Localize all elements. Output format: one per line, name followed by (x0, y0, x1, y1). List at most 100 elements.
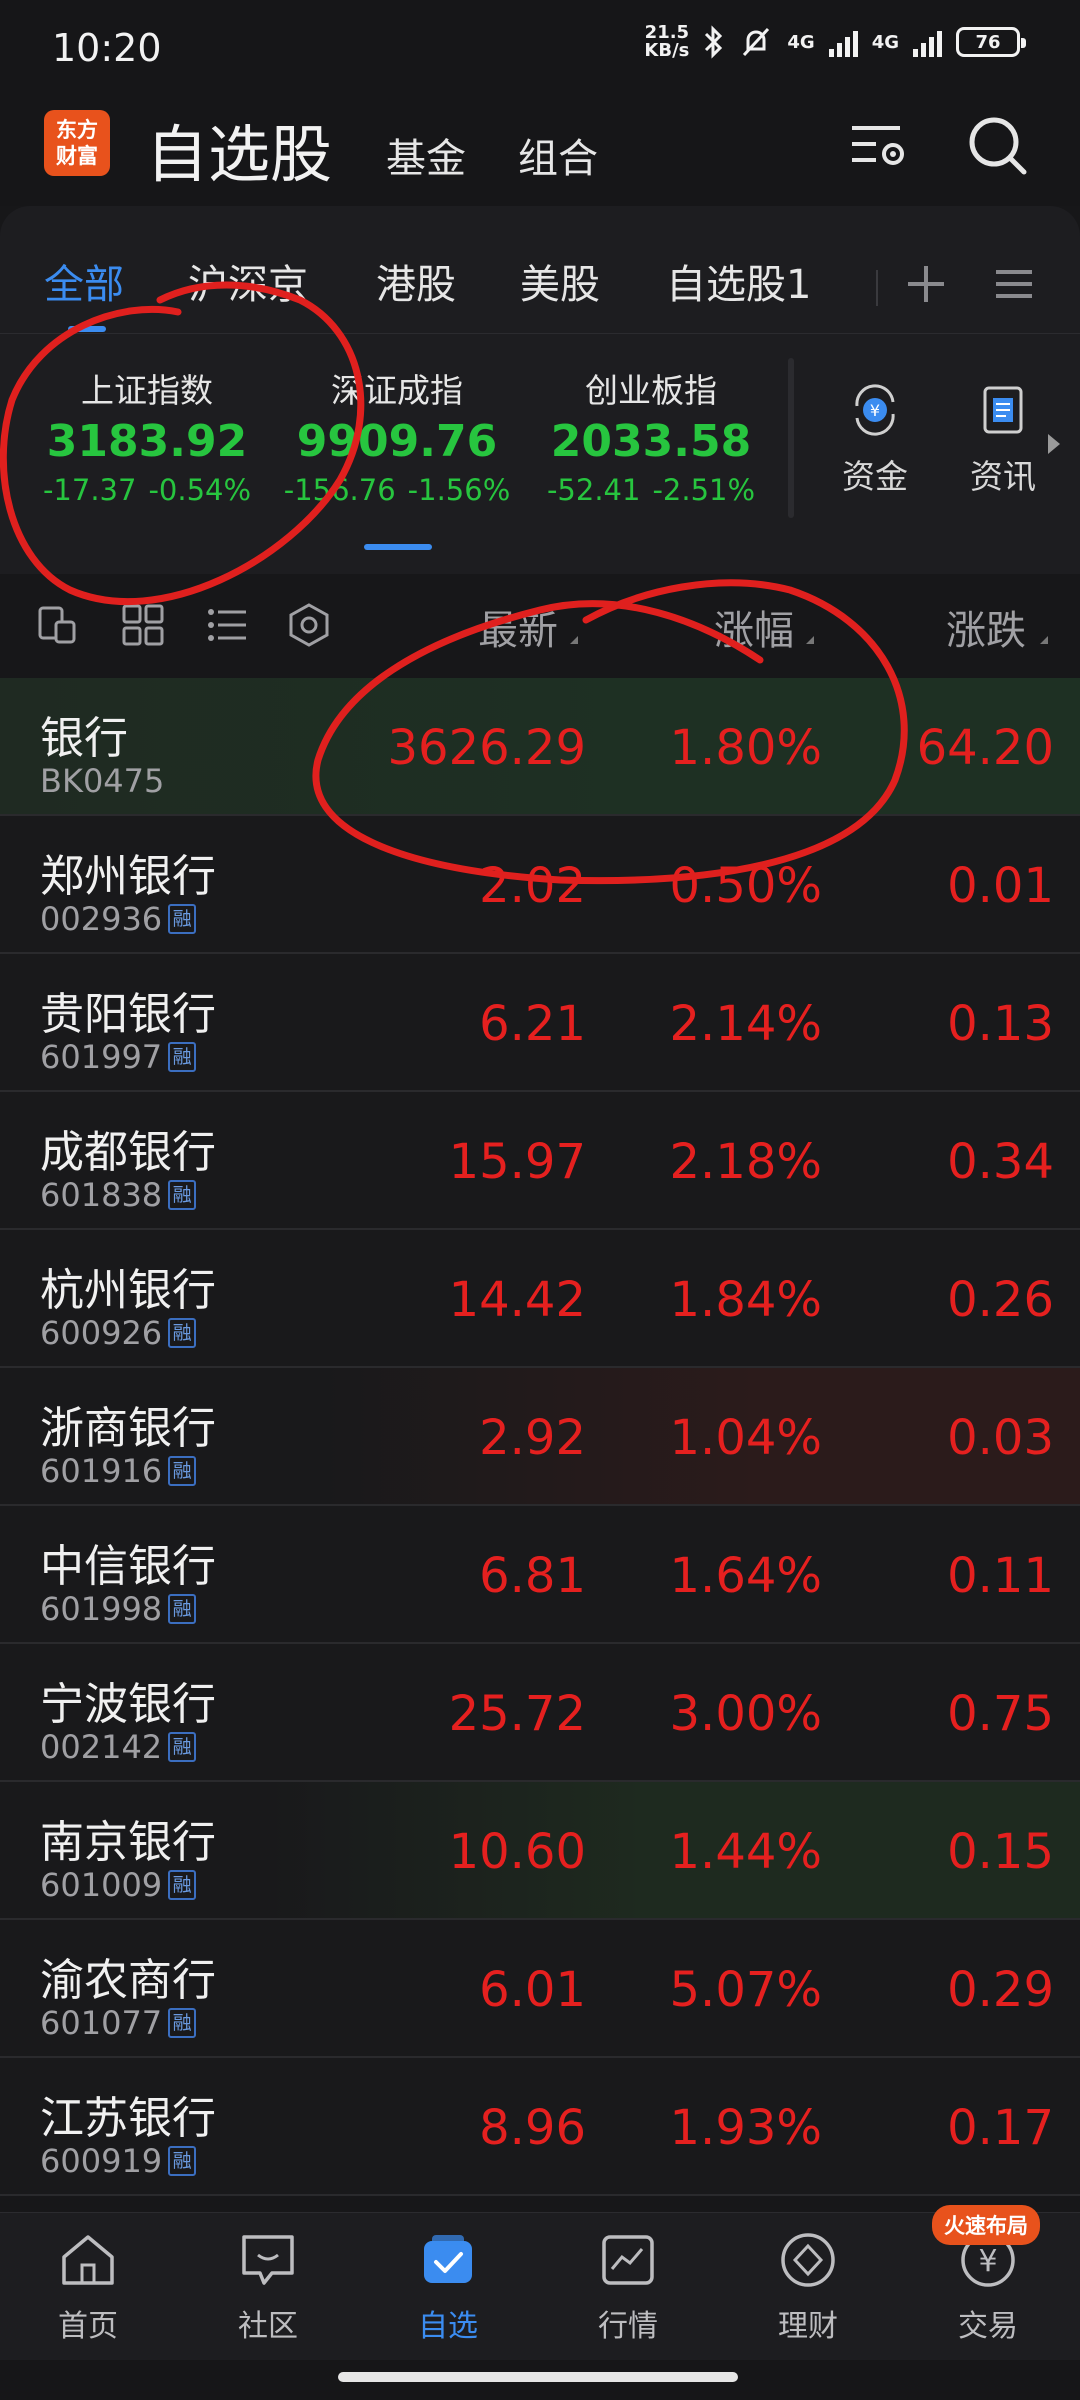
wealth-icon (781, 2233, 835, 2287)
nav-community[interactable]: 社区 (208, 2229, 328, 2345)
chart-icon (602, 2235, 654, 2285)
column-latest[interactable]: 最新 (478, 598, 558, 656)
margin-badge: 融 (168, 1042, 197, 1072)
list-view-icon[interactable] (204, 602, 250, 648)
margin-badge: 融 (168, 904, 197, 934)
index-card-shenzhen[interactable]: 深证成指 9909.76 -156.76 -1.56% (272, 364, 522, 507)
nav-wealth[interactable]: 理财 (748, 2229, 868, 2345)
tab-us-stocks[interactable]: 美股 (520, 252, 600, 310)
stock-row[interactable]: 中信银行 601998 融 6.81 1.64% 0.11 (0, 1506, 1080, 1644)
home-indicator[interactable] (338, 2372, 738, 2382)
nav-market[interactable]: 行情 (568, 2229, 688, 2345)
stock-change-pct: 0.50% (669, 858, 822, 914)
stock-row[interactable]: 银行 BK0475 3626.29 1.80% 64.20 (0, 678, 1080, 816)
stock-row[interactable]: 渝农商行 601077 融 6.01 5.07% 0.29 (0, 1920, 1080, 2058)
stock-name: 渝农商行 (40, 1955, 216, 2006)
sort-change-icon (1040, 636, 1048, 644)
column-change[interactable]: 涨跌 (946, 598, 1026, 656)
stock-name: 银行 (40, 713, 128, 764)
stock-name: 江苏银行 (40, 2093, 216, 2144)
stock-row[interactable]: 江苏银行 600919 融 8.96 1.93% 0.17 (0, 2058, 1080, 2196)
stock-latest-price: 10.60 (448, 1824, 586, 1880)
grid-view-icon[interactable] (120, 602, 166, 648)
mute-bell-icon (743, 27, 770, 57)
index-card-chinext[interactable]: 创业板指 2033.58 -52.41 -2.51% (526, 364, 776, 507)
plus-icon[interactable] (904, 262, 948, 306)
stock-row[interactable]: 贵阳银行 601997 融 6.21 2.14% 0.13 (0, 954, 1080, 1092)
stock-change-value: 0.01 (947, 858, 1054, 914)
menu-icon[interactable] (994, 264, 1034, 304)
strip-divider (788, 358, 794, 518)
settings-hex-icon[interactable] (286, 602, 332, 648)
stock-change-pct: 1.80% (669, 720, 822, 776)
stock-code: 601838 融 (40, 1176, 197, 1214)
stock-row[interactable]: 浙商银行 601916 融 2.92 1.04% 0.03 (0, 1368, 1080, 1506)
stock-change-pct: 1.64% (669, 1548, 822, 1604)
stock-row[interactable]: 宁波银行 002142 融 25.72 3.00% 0.75 (0, 1644, 1080, 1782)
watchlist-icon (424, 2235, 472, 2283)
stock-code: 601077 融 (40, 2004, 197, 2042)
stock-row[interactable]: 成都银行 601838 融 15.97 2.18% 0.34 (0, 1092, 1080, 1230)
stock-change-value: 0.15 (947, 1824, 1054, 1880)
stock-row[interactable]: 南京银行 601009 融 10.60 1.44% 0.15 (0, 1782, 1080, 1920)
stock-code: BK0475 (40, 762, 165, 800)
promo-badge[interactable]: 火速布局 (932, 2205, 1040, 2245)
stock-latest-price: 3626.29 (387, 720, 587, 776)
stock-latest-price: 2.92 (479, 1410, 586, 1466)
stock-latest-price: 25.72 (448, 1686, 586, 1742)
list-column-header: 最新 涨幅 涨跌 (0, 574, 1080, 678)
stock-change-value: 0.03 (947, 1410, 1054, 1466)
stock-code: 002936 融 (40, 900, 197, 938)
column-pct[interactable]: 涨幅 (714, 598, 794, 656)
stock-name: 南京银行 (40, 1817, 216, 1868)
index-page-indicator (364, 544, 432, 550)
chat-icon (242, 2235, 294, 2285)
active-tab-indicator (68, 326, 106, 332)
tab-shanghai-shenzhen-beijing[interactable]: 沪深京 (188, 252, 308, 310)
index-card-shanghai[interactable]: 上证指数 3183.92 -17.37 -0.54% (22, 364, 272, 507)
signal1-bars-icon (828, 27, 858, 57)
card-view-icon[interactable] (36, 602, 82, 648)
tab-watchlist-1[interactable]: 自选股1 (666, 252, 811, 310)
stock-change-value: 0.29 (947, 1962, 1054, 2018)
nav-watchlist[interactable]: 自选 (388, 2229, 508, 2345)
stock-name: 中信银行 (40, 1541, 216, 1592)
svg-text:¥: ¥ (870, 401, 880, 420)
stock-code: 601009 融 (40, 1866, 197, 1904)
list-settings-icon[interactable] (846, 112, 912, 178)
stock-latest-price: 15.97 (448, 1134, 586, 1190)
capital-flow-button[interactable]: ¥ 资金 (830, 382, 920, 498)
news-button[interactable]: 资讯 (958, 382, 1048, 498)
stock-change-value: 64.20 (916, 720, 1054, 776)
stock-name: 贵阳银行 (40, 989, 216, 1040)
signal1-label: 4G (787, 31, 815, 53)
stock-name: 成都银行 (40, 1127, 216, 1178)
header-tab-portfolio[interactable]: 组合 (518, 126, 598, 184)
yuan-cycle-icon: ¥ (855, 384, 895, 436)
header-tab-fund[interactable]: 基金 (386, 126, 466, 184)
stock-change-value: 0.26 (947, 1272, 1054, 1328)
app-header: 东方 财富 自选股 基金 组合 (0, 96, 1080, 206)
nav-home[interactable]: 首页 (28, 2229, 148, 2345)
net-speed: 21.5 KB/s (644, 22, 690, 61)
tab-hk-stocks[interactable]: 港股 (376, 252, 456, 310)
app-logo[interactable]: 东方 财富 (44, 110, 110, 176)
status-icons: 21.5 KB/s 4G 4G 76 (644, 22, 1026, 61)
stock-latest-price: 14.42 (448, 1272, 586, 1328)
search-icon[interactable] (964, 112, 1030, 178)
nav-trade[interactable]: ¥ 交易 火速布局 (928, 2205, 1048, 2345)
scroll-right-arrow-icon[interactable] (1048, 434, 1060, 454)
sort-latest-icon (570, 636, 578, 644)
market-tabs: 全部 沪深京 港股 美股 自选股1 (0, 206, 1080, 334)
status-time: 10:20 (52, 26, 162, 70)
stock-latest-price: 2.02 (479, 858, 586, 914)
tab-all[interactable]: 全部 (44, 252, 124, 310)
stock-row[interactable]: 杭州银行 600926 融 14.42 1.84% 0.26 (0, 1230, 1080, 1368)
sort-pct-icon (806, 636, 814, 644)
stock-row[interactable]: 郑州银行 002936 融 2.02 0.50% 0.01 (0, 816, 1080, 954)
stock-name: 宁波银行 (40, 1679, 216, 1730)
stock-latest-price: 6.81 (479, 1548, 586, 1604)
page-title[interactable]: 自选股 (146, 104, 332, 194)
stock-latest-price: 6.21 (479, 996, 586, 1052)
stock-change-pct: 1.84% (669, 1272, 822, 1328)
